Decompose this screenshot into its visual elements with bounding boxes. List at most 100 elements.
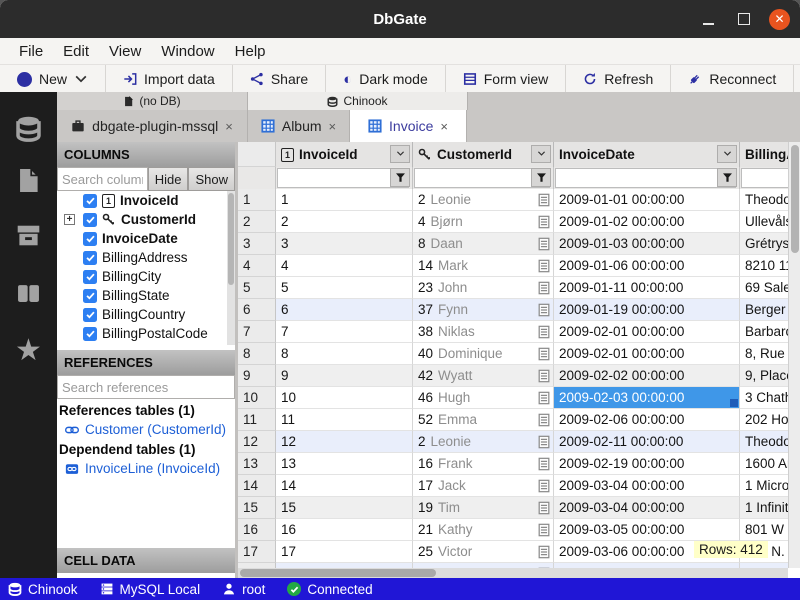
cell-invoiceid[interactable]: 16: [276, 519, 413, 541]
reconnect-button[interactable]: Reconnect: [671, 65, 794, 93]
menu-edit[interactable]: Edit: [54, 41, 98, 62]
column-header-customerid[interactable]: CustomerId: [413, 142, 554, 167]
share-button[interactable]: Share: [233, 65, 326, 93]
cell-invoiceid[interactable]: 4: [276, 255, 413, 277]
search-columns-input[interactable]: [57, 167, 148, 191]
reference-link[interactable]: InvoiceLine (InvoiceId): [57, 459, 235, 478]
cell-customerid[interactable]: 17Jack: [413, 475, 554, 497]
status-mysql-local[interactable]: MySQL Local: [100, 582, 201, 597]
cell-invoiceid[interactable]: 2: [276, 211, 413, 233]
cell-customerid[interactable]: 2Leonie: [413, 431, 554, 453]
checkbox-checked-icon[interactable]: [83, 251, 97, 265]
checkbox-checked-icon[interactable]: [83, 270, 97, 284]
row-number[interactable]: 6: [238, 299, 276, 321]
cell-invoicedate[interactable]: 2009-02-02 00:00:00: [554, 365, 740, 387]
open-reference-icon[interactable]: [537, 236, 551, 251]
cell-invoiceid[interactable]: 7: [276, 321, 413, 343]
activity-modules-button[interactable]: [0, 273, 57, 313]
cell-customerid[interactable]: 38Niklas: [413, 321, 554, 343]
open-reference-icon[interactable]: [537, 302, 551, 317]
selected-cell[interactable]: 2009-02-03 00:00:00: [554, 387, 740, 409]
horizontal-scrollbar[interactable]: [238, 568, 788, 578]
open-reference-icon[interactable]: [537, 346, 551, 361]
cell-invoicedate[interactable]: 2009-01-19 00:00:00: [554, 299, 740, 321]
open-reference-icon[interactable]: [537, 390, 551, 405]
column-item-billingstate[interactable]: BillingState: [57, 286, 235, 305]
open-reference-icon[interactable]: [537, 434, 551, 449]
open-reference-icon[interactable]: [537, 456, 551, 471]
cell-customerid[interactable]: 14Mark: [413, 255, 554, 277]
filter-input[interactable]: [414, 168, 550, 188]
cell-invoiceid[interactable]: 10: [276, 387, 413, 409]
row-number[interactable]: 9: [238, 365, 276, 387]
close-tab-icon[interactable]: ×: [225, 119, 233, 134]
column-item-invoicedate[interactable]: InvoiceDate: [57, 229, 235, 248]
cell-invoicedate[interactable]: 2009-01-03 00:00:00: [554, 233, 740, 255]
checkbox-checked-icon[interactable]: [83, 213, 97, 227]
cell-customerid[interactable]: 25Victor: [413, 541, 554, 563]
cell-invoiceid[interactable]: 6: [276, 299, 413, 321]
checkbox-checked-icon[interactable]: [83, 308, 97, 322]
refresh-button[interactable]: Refresh: [566, 65, 671, 93]
open-reference-icon[interactable]: [537, 280, 551, 295]
tab-album[interactable]: Album×: [248, 110, 350, 142]
cell-invoiceid[interactable]: 1: [276, 189, 413, 211]
undo-button[interactable]: ↶Undo: [794, 65, 800, 93]
column-item-billingaddress[interactable]: BillingAddress: [57, 248, 235, 267]
row-number[interactable]: 2: [238, 211, 276, 233]
reference-link[interactable]: Customer (CustomerId): [57, 420, 235, 439]
filter-input[interactable]: [555, 168, 736, 188]
open-reference-icon[interactable]: [537, 214, 551, 229]
funnel-button[interactable]: [717, 168, 737, 187]
column-header-invoiceid[interactable]: 1InvoiceId: [276, 142, 413, 167]
search-references-input[interactable]: [57, 375, 235, 399]
row-number[interactable]: 16: [238, 519, 276, 541]
columns-scrollbar[interactable]: [227, 191, 235, 345]
column-item-billingpostalcode[interactable]: BillingPostalCode: [57, 324, 235, 343]
cell-customerid[interactable]: 19Tim: [413, 497, 554, 519]
open-reference-icon[interactable]: [537, 258, 551, 273]
status-connected[interactable]: Connected: [287, 582, 372, 597]
cell-invoiceid[interactable]: 8: [276, 343, 413, 365]
cell-invoiceid[interactable]: 5: [276, 277, 413, 299]
column-item-customerid[interactable]: +CustomerId: [57, 210, 235, 229]
row-number[interactable]: 14: [238, 475, 276, 497]
cell-customerid[interactable]: 8Daan: [413, 233, 554, 255]
row-number[interactable]: 7: [238, 321, 276, 343]
cell-invoicedate[interactable]: 2009-01-01 00:00:00: [554, 189, 740, 211]
row-number[interactable]: 1: [238, 189, 276, 211]
cell-invoicedate[interactable]: 2009-02-06 00:00:00: [554, 409, 740, 431]
cell-invoiceid[interactable]: 11: [276, 409, 413, 431]
cell-invoiceid[interactable]: 9: [276, 365, 413, 387]
open-reference-icon[interactable]: [537, 478, 551, 493]
cell-invoicedate[interactable]: 2009-01-02 00:00:00: [554, 211, 740, 233]
cell-invoiceid[interactable]: 15: [276, 497, 413, 519]
open-reference-icon[interactable]: [537, 522, 551, 537]
cell-invoicedate[interactable]: 2009-03-04 00:00:00: [554, 497, 740, 519]
row-number[interactable]: 15: [238, 497, 276, 519]
maximize-button[interactable]: [733, 8, 755, 30]
funnel-button[interactable]: [390, 168, 410, 187]
expander-icon[interactable]: +: [64, 214, 75, 225]
column-item-billingcountry[interactable]: BillingCountry: [57, 305, 235, 324]
row-number[interactable]: 12: [238, 431, 276, 453]
cell-customerid[interactable]: 16Frank: [413, 453, 554, 475]
form-view-button[interactable]: Form view: [446, 65, 567, 93]
close-tab-icon[interactable]: ×: [440, 119, 448, 134]
close-tab-icon[interactable]: ×: [329, 119, 337, 134]
minimize-button[interactable]: [697, 8, 719, 30]
menu-help[interactable]: Help: [226, 41, 275, 62]
open-reference-icon[interactable]: [537, 192, 551, 207]
cell-customerid[interactable]: 52Emma: [413, 409, 554, 431]
cell-invoicedate[interactable]: 2009-02-11 00:00:00: [554, 431, 740, 453]
vertical-scrollbar[interactable]: [788, 142, 800, 568]
cell-data-panel-header[interactable]: CELL DATA: [57, 548, 235, 573]
menu-window[interactable]: Window: [152, 41, 223, 62]
status-chinook[interactable]: Chinook: [8, 582, 78, 597]
cell-invoicedate[interactable]: 2009-02-01 00:00:00: [554, 321, 740, 343]
cell-invoicedate[interactable]: 2009-01-11 00:00:00: [554, 277, 740, 299]
cell-invoicedate[interactable]: 2009-02-19 00:00:00: [554, 453, 740, 475]
row-number[interactable]: 3: [238, 233, 276, 255]
open-reference-icon[interactable]: [537, 412, 551, 427]
new-button[interactable]: +New: [0, 65, 106, 93]
